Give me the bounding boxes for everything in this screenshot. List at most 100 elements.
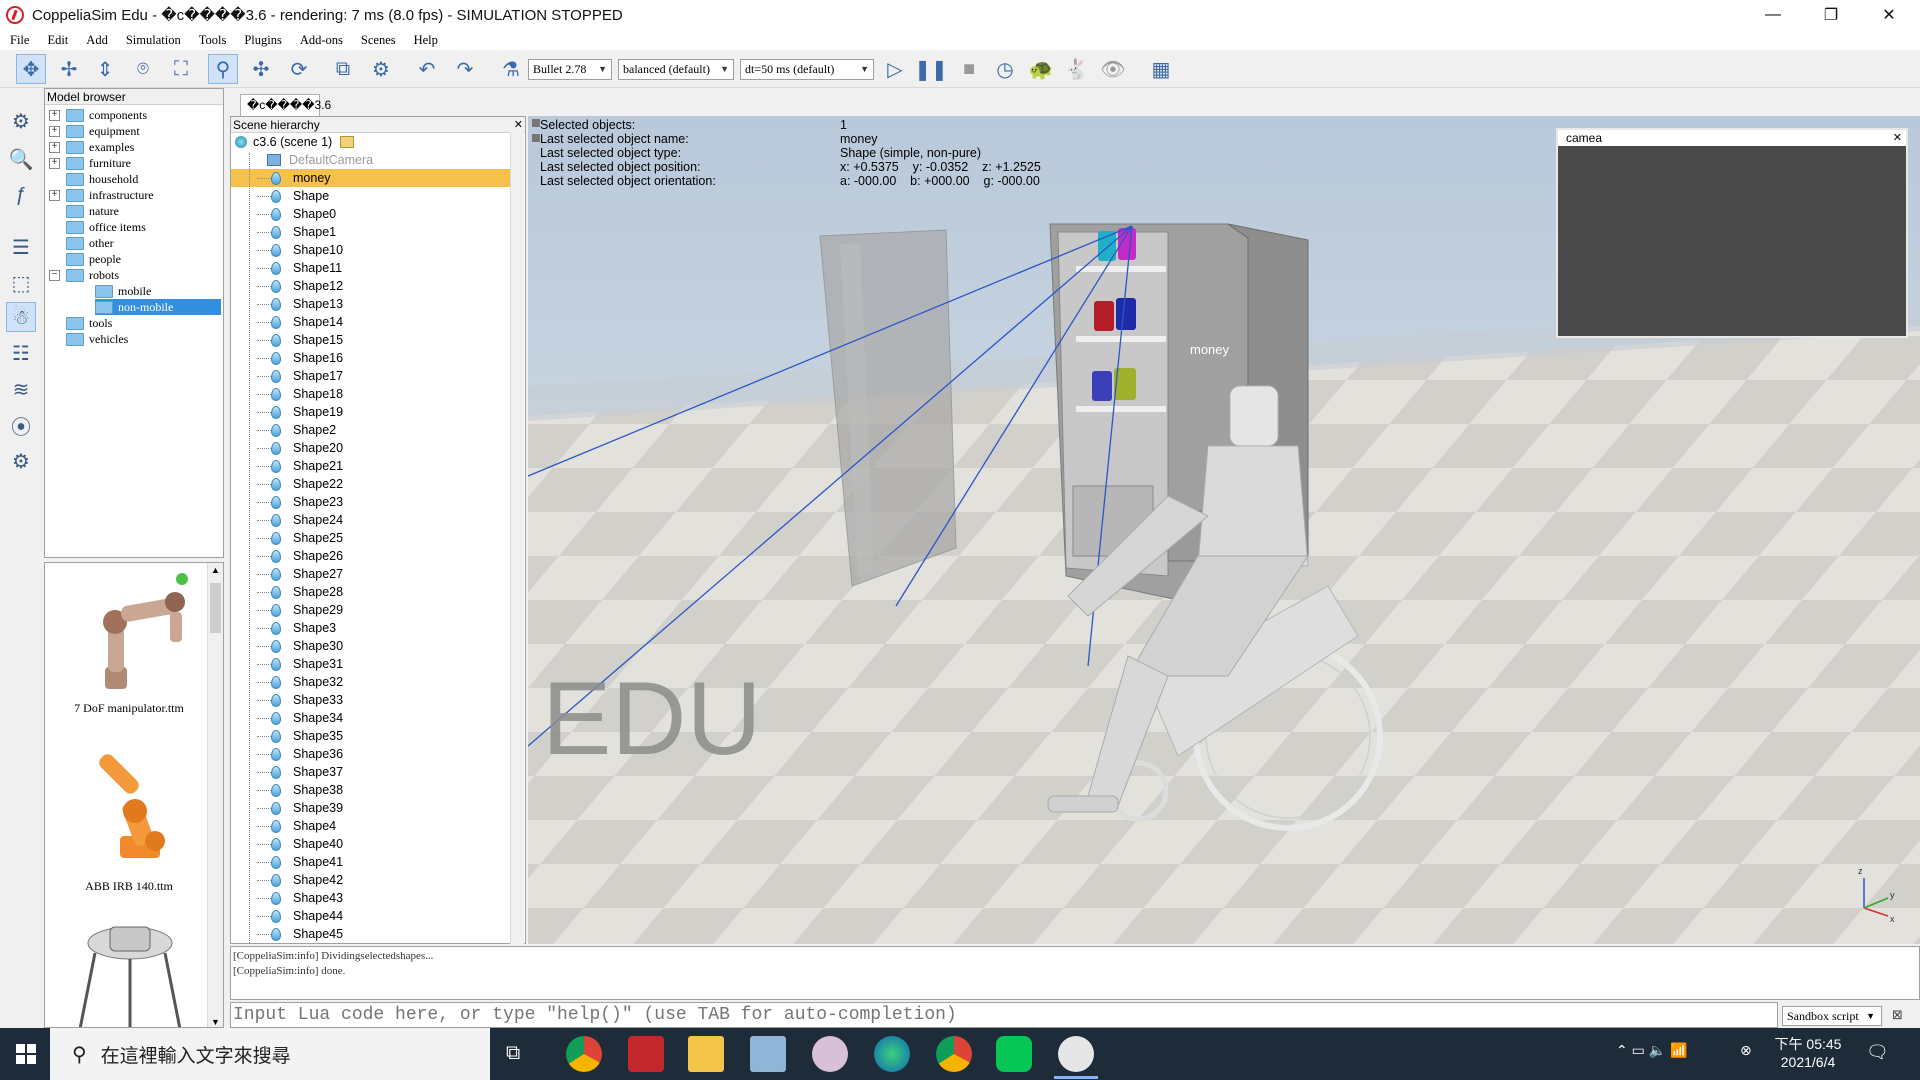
hierarchy-item[interactable]: Shape1	[231, 223, 511, 241]
taskbar-search-box[interactable]: ⚲ 在這裡輸入文字來搜尋	[50, 1028, 490, 1080]
slow-down-icon[interactable]: 🐢	[1026, 54, 1056, 84]
hierarchy-item[interactable]: Shape29	[231, 601, 511, 619]
model-thumbnail-7dof[interactable]	[65, 567, 195, 697]
menu-add-ons[interactable]: Add-ons	[300, 33, 343, 48]
close-button[interactable]: ✕	[1860, 0, 1918, 30]
model-folder[interactable]: mobile	[95, 283, 221, 299]
minimize-button[interactable]: —	[1744, 0, 1802, 30]
hierarchy-item[interactable]: Shape38	[231, 781, 511, 799]
paint-icon[interactable]	[812, 1036, 848, 1072]
transfer-dna-icon[interactable]: ⚙	[366, 54, 396, 84]
hierarchy-scrollbar[interactable]	[510, 132, 524, 944]
action-center-icon[interactable]: 🗨	[1866, 1042, 1889, 1063]
visualization-icon[interactable]: 👁	[1098, 54, 1128, 84]
hierarchy-item[interactable]: Shape43	[231, 889, 511, 907]
line-icon[interactable]	[996, 1036, 1032, 1072]
rotate-object-icon[interactable]: ⟳	[284, 54, 314, 84]
accuracy-select[interactable]: balanced (default) ▼	[618, 59, 734, 80]
simulation-settings-icon[interactable]: ⚙	[6, 106, 36, 136]
hierarchy-item[interactable]: Shape34	[231, 709, 511, 727]
calculation-modules-icon[interactable]: 🔍	[6, 144, 36, 174]
realtime-icon[interactable]: ◷	[990, 54, 1020, 84]
hierarchy-item[interactable]: Shape	[231, 187, 511, 205]
hierarchy-item[interactable]: Shape0	[231, 205, 511, 223]
hierarchy-item[interactable]: Shape21	[231, 457, 511, 475]
model-folder[interactable]: + furniture	[49, 155, 131, 171]
menu-plugins[interactable]: Plugins	[244, 33, 282, 48]
user-settings-icon[interactable]: ⚙	[6, 446, 36, 476]
page-selector-icon[interactable]: ▦	[1146, 54, 1176, 84]
hierarchy-item[interactable]: money	[231, 169, 511, 187]
hierarchy-item[interactable]: Shape22	[231, 475, 511, 493]
translate-object-icon[interactable]: ✣	[246, 54, 276, 84]
hierarchy-item[interactable]: Shape33	[231, 691, 511, 709]
model-folder[interactable]: nature	[49, 203, 119, 219]
camera-angle-icon[interactable]: ⌾	[128, 54, 158, 84]
tab-scene[interactable]: �c����3.6	[240, 94, 331, 116]
model-folder[interactable]: household	[49, 171, 138, 187]
hierarchy-item[interactable]: Shape11	[231, 259, 511, 277]
app-icon[interactable]	[628, 1036, 664, 1072]
model-thumbnail-abb[interactable]	[65, 741, 195, 871]
layers-icon[interactable]: ≋	[6, 374, 36, 404]
move-camera-icon[interactable]: ✥	[16, 54, 46, 84]
restore-button[interactable]: ❐	[1802, 0, 1860, 30]
hierarchy-item[interactable]: Shape13	[231, 295, 511, 313]
close-icon[interactable]: ✕	[514, 117, 523, 133]
menu-edit[interactable]: Edit	[47, 33, 68, 48]
hierarchy-item[interactable]: Shape2	[231, 421, 511, 439]
hierarchy-item[interactable]: Shape40	[231, 835, 511, 853]
floating-camera-view[interactable]: camea ✕	[1556, 128, 1908, 338]
hierarchy-item[interactable]: Shape3	[231, 619, 511, 637]
expand-icon[interactable]: +	[49, 189, 60, 201]
notification-x-icon[interactable]: ⊗	[1740, 1042, 1752, 1059]
camera-node[interactable]: DefaultCamera	[231, 151, 511, 169]
hierarchy-item[interactable]: Shape30	[231, 637, 511, 655]
hierarchy-item[interactable]: Shape44	[231, 907, 511, 925]
hierarchy-item[interactable]: Shape39	[231, 799, 511, 817]
video-recorder-icon[interactable]: ⦿	[6, 410, 36, 440]
expand-icon[interactable]	[49, 254, 60, 265]
info-toggle-icon[interactable]	[532, 119, 540, 127]
model-browser-toggle-icon[interactable]: ☃	[6, 302, 36, 332]
thumbnail-scrollbar[interactable]: ▲ ▼	[207, 563, 223, 1027]
expand-icon[interactable]: +	[49, 141, 60, 153]
hierarchy-item[interactable]: Shape31	[231, 655, 511, 673]
model-folder[interactable]: non-mobile	[95, 299, 221, 315]
collapse-icon[interactable]: −	[49, 269, 60, 281]
hierarchy-item[interactable]: Shape17	[231, 367, 511, 385]
hierarchy-item[interactable]: Shape12	[231, 277, 511, 295]
model-thumbnail-delta[interactable]	[65, 913, 195, 1027]
expand-icon[interactable]	[49, 238, 60, 249]
chrome-icon[interactable]	[566, 1036, 602, 1072]
task-view-icon[interactable]: ⧉	[506, 1042, 520, 1065]
redo-icon[interactable]: ↷	[450, 54, 480, 84]
hierarchy-item[interactable]: Shape23	[231, 493, 511, 511]
expand-icon[interactable]: +	[49, 109, 60, 121]
model-folder[interactable]: + equipment	[49, 123, 140, 139]
model-folder[interactable]: + examples	[49, 139, 134, 155]
menu-scenes[interactable]: Scenes	[361, 33, 396, 48]
file-explorer-icon[interactable]	[688, 1036, 724, 1072]
expand-icon[interactable]	[49, 222, 60, 233]
hierarchy-item[interactable]: Shape20	[231, 439, 511, 457]
assemble-icon[interactable]: ⧉	[328, 54, 358, 84]
model-folder[interactable]: tools	[49, 315, 112, 331]
fit-to-view-icon[interactable]: ⛶	[166, 54, 196, 84]
model-folder[interactable]: vehicles	[49, 331, 128, 347]
scene-root[interactable]: c3.6 (scene 1)	[231, 133, 511, 151]
model-folder[interactable]: office items	[49, 219, 146, 235]
physics-engine-select[interactable]: Bullet 2.78 ▼	[528, 59, 612, 80]
windows-start-icon[interactable]	[16, 1044, 36, 1064]
model-folder[interactable]: people	[49, 251, 121, 267]
hierarchy-item[interactable]: Shape37	[231, 763, 511, 781]
hierarchy-item[interactable]: Shape14	[231, 313, 511, 331]
hierarchy-item[interactable]: Shape15	[231, 331, 511, 349]
hierarchy-item[interactable]: Shape28	[231, 583, 511, 601]
hierarchy-item[interactable]: Shape35	[231, 727, 511, 745]
function-icon[interactable]: ƒ	[6, 180, 36, 210]
timestep-select[interactable]: dt=50 ms (default) ▼	[740, 59, 874, 80]
scripts-icon[interactable]: ☰	[6, 232, 36, 262]
expand-icon[interactable]	[49, 318, 60, 329]
model-folder[interactable]: − robots	[49, 267, 119, 283]
